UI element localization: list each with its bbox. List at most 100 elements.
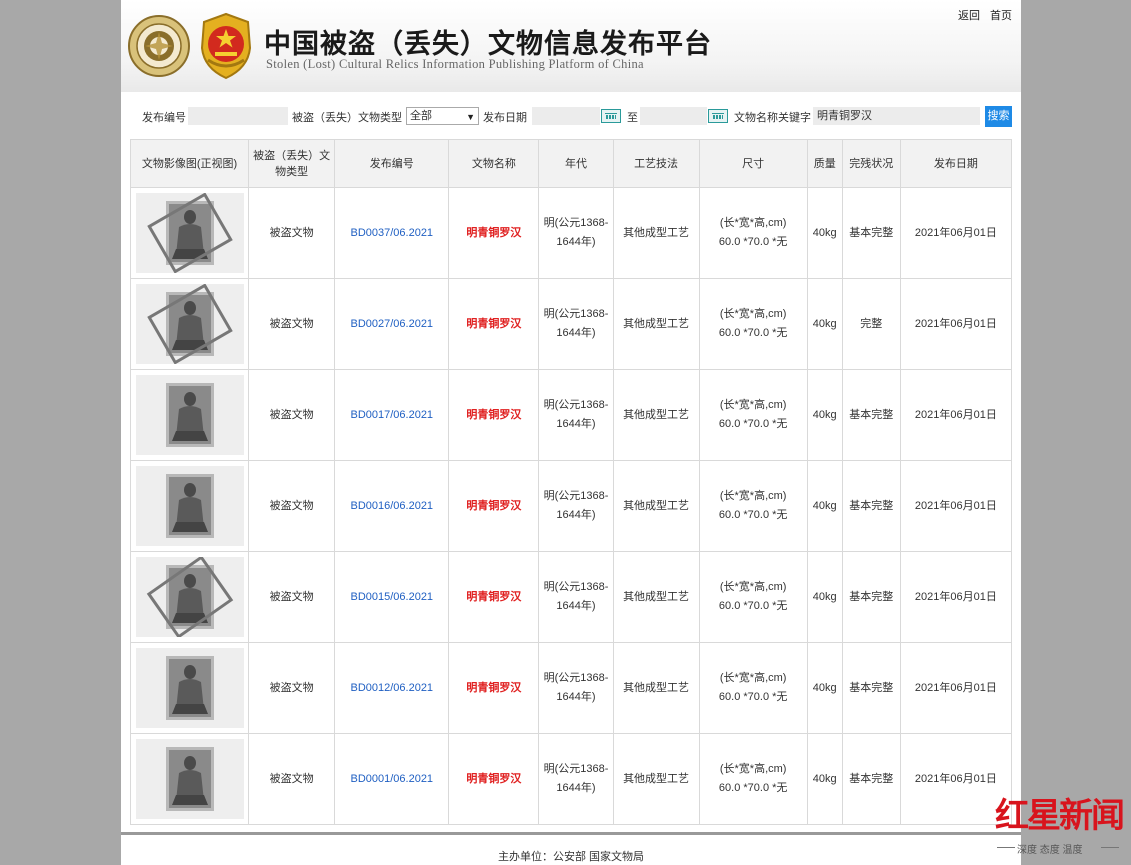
code-cell: BD0015/06.2021 <box>334 551 450 643</box>
name-cell: 明青铜罗汉 <box>448 369 540 461</box>
table-row: 被盗文物 BD0015/06.2021 明青铜罗汉 明(公元1368- 1644年… <box>129 551 1013 643</box>
type-select[interactable]: 全部 ▼ <box>406 107 479 125</box>
header-type: 被盗（丢失）文物类型 <box>248 139 336 188</box>
weight-cell: 40kg <box>806 733 843 825</box>
relic-name-link[interactable]: 明青铜罗汉 <box>466 409 521 421</box>
relic-name-link[interactable]: 明青铜罗汉 <box>466 591 521 603</box>
relic-image-icon <box>165 474 214 538</box>
table-row: 被盗文物 BD0012/06.2021 明青铜罗汉 明(公元1368- 1644年… <box>129 642 1013 734</box>
relic-name-link[interactable]: 明青铜罗汉 <box>466 773 521 785</box>
era-line-2: 1644年) <box>556 418 596 430</box>
code-link[interactable]: BD0027/06.2021 <box>350 318 433 330</box>
watermark-divider <box>997 847 1015 848</box>
code-cell: BD0017/06.2021 <box>334 369 450 461</box>
relic-image-icon <box>146 557 233 637</box>
search-button[interactable]: 搜索 <box>985 106 1012 127</box>
date-to-input[interactable] <box>640 107 707 125</box>
date-cell: 2021年06月01日 <box>899 460 1013 552</box>
cultural-heritage-logo-icon <box>128 15 190 77</box>
code-link[interactable]: BD0017/06.2021 <box>350 409 433 421</box>
craft-cell: 其他成型工艺 <box>612 551 700 643</box>
footer-divider <box>121 832 1021 835</box>
relic-name-link[interactable]: 明青铜罗汉 <box>466 500 521 512</box>
weight-cell: 40kg <box>806 460 843 552</box>
relic-image-icon <box>146 193 233 273</box>
header-era: 年代 <box>538 139 614 188</box>
table-row: 被盗文物 BD0001/06.2021 明青铜罗汉 明(公元1368- 1644年… <box>129 733 1013 825</box>
code-link[interactable]: BD0001/06.2021 <box>350 773 433 785</box>
size-cell: (长*宽*高,cm) 60.0 *70.0 *无 <box>698 642 808 734</box>
watermark-logo: 红星新闻 <box>995 796 1125 836</box>
back-link[interactable]: 返回 <box>958 10 980 22</box>
table-header-row: 文物影像图(正视图) 被盗（丢失）文物类型 发布编号 文物名称 年代 工艺技法 … <box>129 139 1013 188</box>
size-cell: (长*宽*高,cm) 60.0 *70.0 *无 <box>698 460 808 552</box>
craft-cell: 其他成型工艺 <box>612 278 700 370</box>
type-cell: 被盗文物 <box>248 187 336 279</box>
era-line-2: 1644年) <box>556 600 596 612</box>
date-cell: 2021年06月01日 <box>899 369 1013 461</box>
code-cell: BD0016/06.2021 <box>334 460 450 552</box>
era-line-1: 明(公元1368- <box>543 672 609 684</box>
calendar-icon[interactable] <box>601 109 621 123</box>
site-banner: 中国被盗（丢失）文物信息发布平台 Stolen (Lost) Cultural … <box>121 0 1021 92</box>
table-row: 被盗文物 BD0027/06.2021 明青铜罗汉 明(公元1368- 1644年… <box>129 278 1013 370</box>
footer: 主办单位：公安部 国家文物局 <box>497 851 645 863</box>
era-line-1: 明(公元1368- <box>543 217 609 229</box>
relic-thumbnail[interactable] <box>135 466 244 546</box>
relic-name-link[interactable]: 明青铜罗汉 <box>466 227 521 239</box>
relic-thumbnail[interactable] <box>135 193 244 273</box>
site-subtitle: Stolen (Lost) Cultural Relics Informatio… <box>266 57 644 71</box>
header-weight: 质量 <box>806 139 843 188</box>
calendar-icon[interactable] <box>708 109 728 123</box>
code-link[interactable]: BD0015/06.2021 <box>350 591 433 603</box>
size-cell: (长*宽*高,cm) 60.0 *70.0 *无 <box>698 187 808 279</box>
code-cell: BD0001/06.2021 <box>334 733 450 825</box>
keyword-label: 文物名称关键字 <box>734 112 811 124</box>
header-code: 发布编号 <box>334 139 450 188</box>
era-line-1: 明(公元1368- <box>543 308 609 320</box>
relic-name-link[interactable]: 明青铜罗汉 <box>466 318 521 330</box>
condition-cell: 基本完整 <box>841 187 901 279</box>
era-line-2: 1644年) <box>556 691 596 703</box>
image-cell <box>129 369 250 461</box>
header-date: 发布日期 <box>899 139 1013 188</box>
date-cell: 2021年06月01日 <box>899 642 1013 734</box>
size-line-1: (长*宽*高,cm) <box>719 399 787 411</box>
condition-cell: 基本完整 <box>841 551 901 643</box>
size-cell: (长*宽*高,cm) 60.0 *70.0 *无 <box>698 369 808 461</box>
size-line-2: 60.0 *70.0 *无 <box>718 691 788 703</box>
date-from-input[interactable] <box>532 107 600 125</box>
image-cell <box>129 460 250 552</box>
type-select-value: 全部 <box>410 110 432 122</box>
era-cell: 明(公元1368- 1644年) <box>538 460 614 552</box>
era-cell: 明(公元1368- 1644年) <box>538 187 614 279</box>
site-title: 中国被盗（丢失）文物信息发布平台 <box>264 29 712 60</box>
craft-cell: 其他成型工艺 <box>612 642 700 734</box>
code-input[interactable] <box>188 107 288 125</box>
relic-thumbnail[interactable] <box>135 375 244 455</box>
header-image: 文物影像图(正视图) <box>129 139 250 188</box>
home-link[interactable]: 首页 <box>990 10 1012 22</box>
era-line-1: 明(公元1368- <box>543 399 609 411</box>
header-size: 尺寸 <box>698 139 808 188</box>
era-line-2: 1644年) <box>556 782 596 794</box>
relic-thumbnail[interactable] <box>135 739 244 819</box>
relic-thumbnail[interactable] <box>135 284 244 364</box>
size-line-1: (长*宽*高,cm) <box>719 490 787 502</box>
keyword-input[interactable]: 明青铜罗汉 <box>813 107 980 125</box>
code-link[interactable]: BD0016/06.2021 <box>350 500 433 512</box>
relic-thumbnail[interactable] <box>135 648 244 728</box>
era-cell: 明(公元1368- 1644年) <box>538 278 614 370</box>
condition-cell: 完整 <box>841 278 901 370</box>
code-link[interactable]: BD0012/06.2021 <box>350 682 433 694</box>
code-label: 发布编号 <box>142 112 186 124</box>
code-cell: BD0012/06.2021 <box>334 642 450 734</box>
search-bar: 发布编号 被盗（丢失）文物类型 全部 ▼ 发布日期 至 文物名称关键字 明青铜罗… <box>121 104 1021 128</box>
relic-name-link[interactable]: 明青铜罗汉 <box>466 682 521 694</box>
size-line-1: (长*宽*高,cm) <box>719 217 787 229</box>
size-line-2: 60.0 *70.0 *无 <box>718 509 788 521</box>
type-cell: 被盗文物 <box>248 642 336 734</box>
era-cell: 明(公元1368- 1644年) <box>538 642 614 734</box>
relic-thumbnail[interactable] <box>135 557 244 637</box>
code-link[interactable]: BD0037/06.2021 <box>350 227 433 239</box>
